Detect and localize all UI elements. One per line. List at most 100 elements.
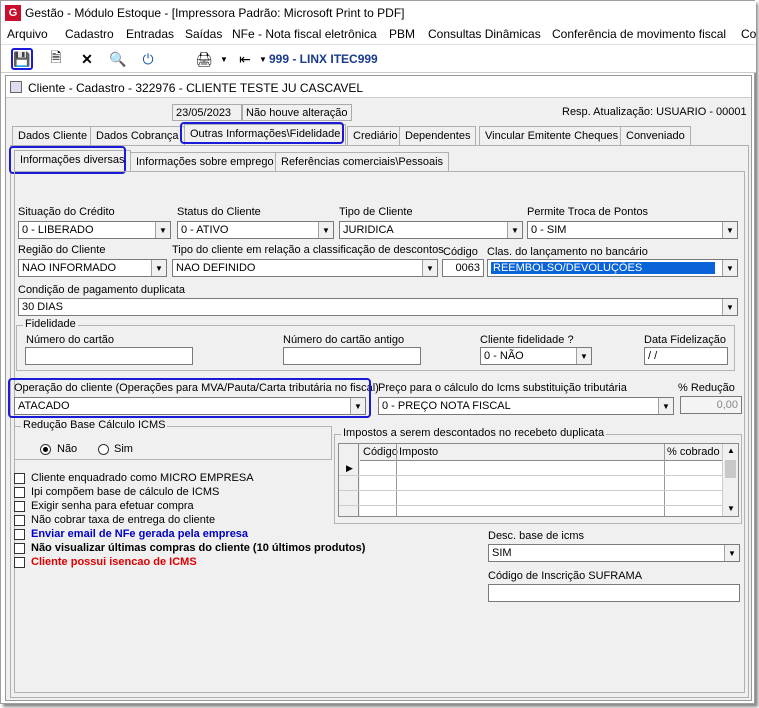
title-bar: G Gestão - Módulo Estoque - [Impressora …: [1, 1, 756, 25]
checkbox-micro-empresa[interactable]: [14, 473, 25, 484]
regiao-value: NAO INFORMADO: [22, 262, 117, 274]
suframa-label: Código de Inscrição SUFRAMA: [488, 570, 643, 582]
subtab-referencias[interactable]: Referências comerciais\Pessoais: [275, 152, 450, 171]
chevron-down-icon[interactable]: ▼: [155, 222, 170, 238]
grid-body: [360, 460, 722, 516]
cliente-fidelidade-select[interactable]: 0 - NÃO ▼: [480, 347, 592, 365]
cartao-antigo-label: Número do cartão antigo: [283, 334, 405, 346]
grid-scrollbar[interactable]: ▲ ▼: [722, 444, 738, 516]
radio-nao[interactable]: [40, 444, 51, 455]
codigo-label: Código: [443, 246, 478, 258]
situacao-value: 0 - LIBERADO: [22, 224, 94, 236]
menu-conferencia[interactable]: Conferência de movimento fiscal: [552, 27, 726, 41]
cliente-fidelidade-value: 0 - NÃO: [484, 350, 524, 362]
radio-sim[interactable]: [98, 444, 109, 455]
menu-pbm[interactable]: PBM: [389, 27, 415, 41]
tab-crediario[interactable]: Crediário: [347, 126, 404, 145]
tipo-label: Tipo de Cliente: [339, 206, 413, 218]
scroll-up-icon[interactable]: ▲: [727, 446, 735, 455]
save-button[interactable]: 💾: [11, 48, 33, 70]
scroll-thumb[interactable]: [725, 460, 736, 478]
status-label: Status do Cliente: [177, 206, 261, 218]
suframa-input[interactable]: [488, 584, 740, 602]
chevron-down-icon[interactable]: ▼: [318, 222, 333, 238]
menu-co[interactable]: Co: [741, 27, 756, 41]
checkbox-ipi[interactable]: [14, 487, 25, 498]
status-select[interactable]: 0 - ATIVO ▼: [177, 221, 334, 239]
new-document-icon[interactable]: 🗎: [45, 48, 67, 70]
check-exigir-senha-label: Exigir senha para efetuar compra: [31, 500, 194, 512]
situacao-select[interactable]: 0 - LIBERADO ▼: [18, 221, 171, 239]
scroll-down-icon[interactable]: ▼: [727, 504, 735, 513]
preco-select[interactable]: 0 - PREÇO NOTA FISCAL ▼: [378, 397, 674, 415]
regiao-select[interactable]: NAO INFORMADO ▼: [18, 259, 167, 277]
tab-dados-cliente[interactable]: Dados Cliente: [12, 126, 94, 145]
check-enviar-email-label: Enviar email de NFe gerada pela empresa: [31, 528, 249, 540]
power-icon[interactable]: ⏻: [137, 48, 159, 70]
chevron-down-icon[interactable]: ▼: [724, 545, 739, 561]
codigo-value: 0063: [455, 262, 480, 274]
desc-base-value: SIM: [492, 547, 512, 559]
chevron-down-icon[interactable]: ▼: [422, 260, 437, 276]
check-ipi-label: Ipi compõem base de cálculo de ICMS: [31, 486, 220, 498]
clas-select[interactable]: REEMBOLSO/DEVOLUÇÕES ▼: [487, 259, 738, 277]
app-icon: G: [5, 5, 21, 21]
regiao-label: Região do Cliente: [18, 244, 106, 256]
tab-dependentes[interactable]: Dependentes: [399, 126, 477, 145]
data-fidelizacao-input[interactable]: / /: [644, 347, 728, 365]
app-title: Gestão - Módulo Estoque - [Impressora Pa…: [25, 6, 405, 20]
tab-conveniado[interactable]: Conveniado: [620, 126, 691, 145]
impostos-grid[interactable]: ▶ Código Imposto % cobrado ▲ ▼: [338, 443, 739, 517]
chevron-down-icon[interactable]: ▼: [722, 299, 737, 315]
chevron-down-icon[interactable]: ▼: [151, 260, 166, 276]
chevron-down-icon[interactable]: ▼: [576, 348, 591, 364]
col-imposto: Imposto: [399, 446, 439, 458]
menu-saidas[interactable]: Saídas: [185, 27, 222, 41]
reducao-input[interactable]: 0,00: [680, 396, 742, 414]
cartao-input[interactable]: [25, 347, 193, 365]
tipodesc-value: NAO DEFINIDO: [176, 262, 256, 274]
row-pointer-icon: ▶: [346, 463, 353, 473]
reducao-base-title: Redução Base Cálculo ICMS: [21, 419, 168, 431]
troca-select[interactable]: 0 - SIM ▼: [527, 221, 738, 239]
chevron-down-icon[interactable]: ▼: [722, 222, 737, 238]
cliente-cadastro-window: Cliente - Cadastro - 322976 - CLIENTE TE…: [5, 75, 752, 701]
checkbox-ultimas-compras[interactable]: [14, 543, 25, 554]
cartao-antigo-input[interactable]: [283, 347, 421, 365]
tipodesc-label: Tipo do cliente em relação a classificaç…: [172, 244, 444, 256]
tipo-select[interactable]: JURIDICA ▼: [339, 221, 523, 239]
app-window: G Gestão - Módulo Estoque - [Impressora …: [0, 0, 756, 704]
print-icon[interactable]: 🖨: [193, 48, 215, 70]
toolbar: 💾 🗎 ✕ 🔍 ⏻ 🖨 ▼ ⇤ ▼ 999 - LINX ITEC999: [1, 45, 756, 73]
chevron-down-icon[interactable]: ▼: [658, 398, 673, 414]
codigo-field[interactable]: 0063: [442, 259, 484, 277]
checkbox-isencao-icms[interactable]: [14, 557, 25, 568]
menu-arquivo[interactable]: Arquivo: [7, 27, 48, 41]
tipodesc-select[interactable]: NAO DEFINIDO ▼: [172, 259, 438, 277]
cond-label: Condição de pagamento duplicata: [18, 284, 185, 296]
menu-cadastro[interactable]: Cadastro: [65, 27, 114, 41]
menu-entradas[interactable]: Entradas: [126, 27, 174, 41]
chevron-down-icon[interactable]: ▼: [722, 260, 737, 276]
dropdown-arrow-icon[interactable]: ▼: [213, 48, 235, 70]
checkbox-enviar-email[interactable]: [14, 529, 25, 540]
checkbox-taxa-entrega[interactable]: [14, 515, 25, 526]
col-codigo: Código: [363, 446, 398, 458]
delete-icon[interactable]: ✕: [76, 48, 98, 70]
tab-dados-cobranca[interactable]: Dados Cobrança: [90, 126, 185, 145]
cond-select[interactable]: 30 DIAS ▼: [18, 298, 738, 316]
menu-nfe[interactable]: NFe - Nota fiscal eletrônica: [232, 27, 377, 41]
checkbox-exigir-senha[interactable]: [14, 501, 25, 512]
search-icon[interactable]: 🔍: [107, 48, 129, 70]
subtab-emprego[interactable]: Informações sobre emprego: [130, 152, 280, 171]
preco-label: Preço para o cálculo do Icms substituiçã…: [378, 382, 627, 394]
menu-consultas[interactable]: Consultas Dinâmicas: [428, 27, 541, 41]
clas-value: REEMBOLSO/DEVOLUÇÕES: [491, 262, 715, 274]
tab-vincular-emitente[interactable]: Vincular Emitente Cheques: [479, 126, 625, 145]
desc-base-select[interactable]: SIM ▼: [488, 544, 740, 562]
cond-value: 30 DIAS: [22, 301, 63, 313]
preco-value: 0 - PREÇO NOTA FISCAL: [382, 400, 511, 412]
grid-hline-3: [339, 505, 722, 506]
fidelidade-title: Fidelidade: [23, 318, 78, 330]
chevron-down-icon[interactable]: ▼: [507, 222, 522, 238]
